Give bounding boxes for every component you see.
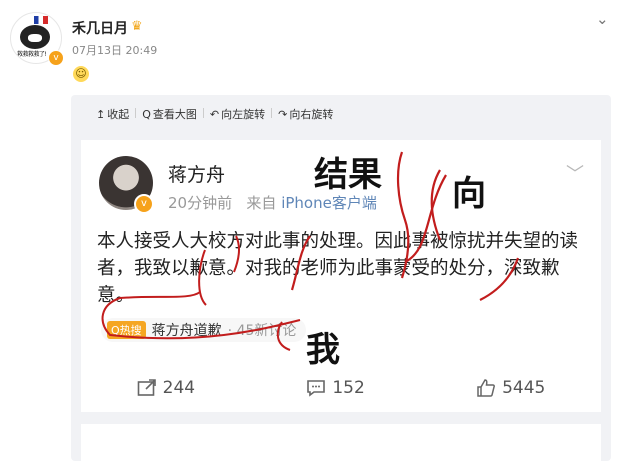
handwritten-word-result: 结果	[314, 155, 382, 195]
handwritten-word-me: 我	[306, 330, 340, 370]
handwritten-scribbles	[101, 151, 520, 351]
handwritten-word-toward: 向	[452, 174, 486, 214]
